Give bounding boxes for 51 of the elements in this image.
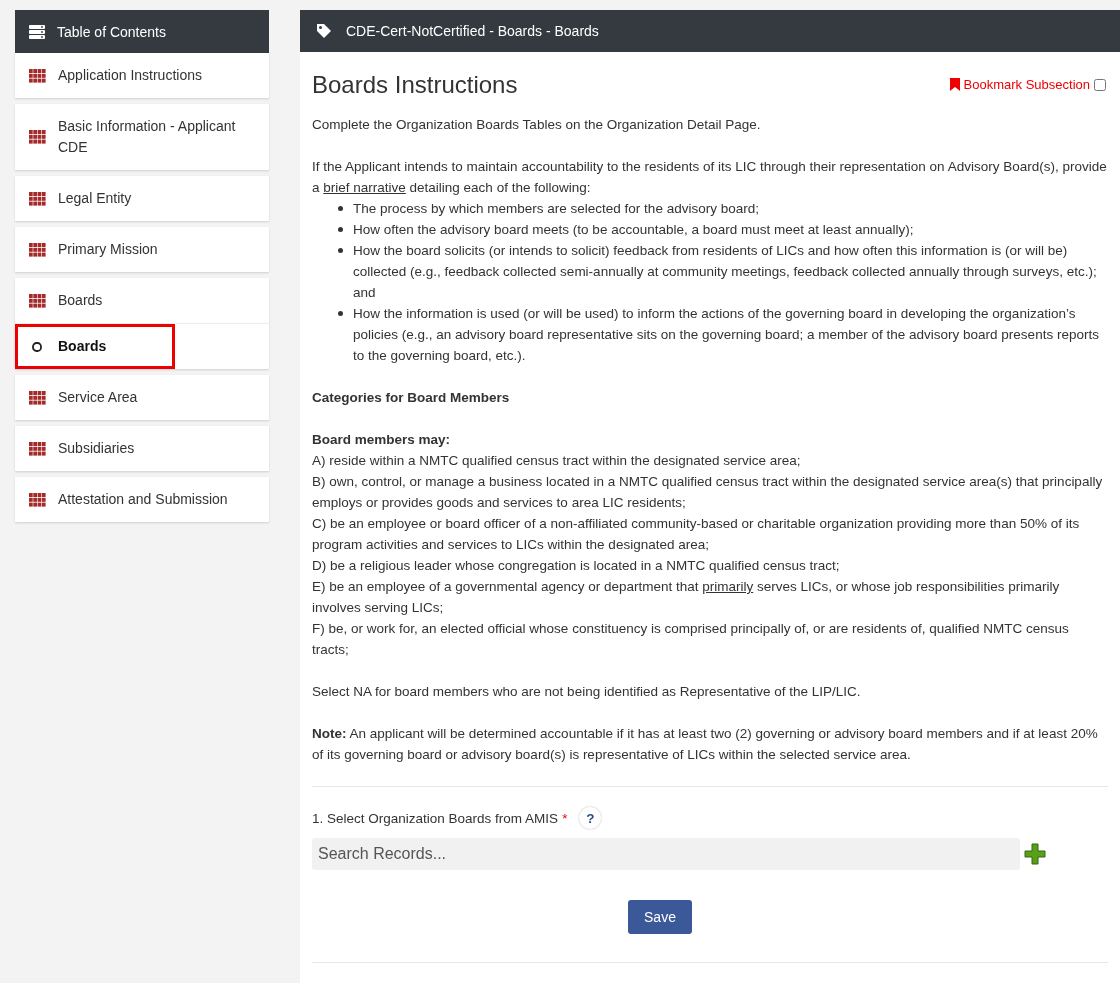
bullet-icon (338, 248, 343, 253)
categories-heading: Categories for Board Members (312, 389, 511, 407)
bullet-icon (338, 311, 343, 316)
bullet-text: How often the advisory board meets (to be accountable, a board must meet at least annually); (353, 221, 914, 239)
add-icon[interactable] (1024, 843, 1046, 865)
bookmark-link[interactable]: Bookmark Subsection (963, 74, 1090, 95)
grid-icon (29, 242, 46, 257)
sidebar-item[interactable]: Subsidiaries (15, 426, 269, 471)
category-text: E) be an employee of a governmental agency or department that primarily serves LICs, or whose job responsibilities primarily involves serving LICs; (312, 578, 1061, 617)
sidebar-item[interactable]: Legal Entity (15, 176, 269, 221)
category-text: C) be an employee or board officer of a non-affiliated community-based or charitable organization providing more than 50% of its program activities and services to LICs within the designated area; (312, 515, 1081, 554)
section-heading: Boards Instructions (312, 70, 518, 100)
na-text: Select NA for board members who are not being identified as Representative of the LIP/LIC. (312, 683, 862, 701)
bookmark-icon (949, 78, 960, 91)
grid-icon (29, 68, 46, 83)
bullet-text: How the information is used (or will be used) to inform the actions of the governing board in developing the organization’s policies (e.g., an advisory board representative sits on the governing board; a member of the advisory board presents reports to the governing board, etc.). (353, 305, 1100, 365)
sidebar-title: Table of Contents (57, 23, 166, 40)
grid-icon (29, 130, 46, 144)
bullet-text: How the board solicits (or intends to solicit) feedback from residents of LICs and how often this information is (or will be) collected (e.g., feedback collected semi-annually at community meetings, feedback collected annually through surveys, etc.); and (353, 242, 1098, 302)
question-label: 1. Select Organization Boards from AMIS (312, 809, 559, 828)
sidebar-item[interactable]: Boards (15, 324, 175, 369)
sidebar-item[interactable]: Service Area (15, 375, 269, 420)
category-text: D) be a religious leader whose congregation is located in a NMTC qualified census tract; (312, 557, 841, 575)
narrative-text: If the Applicant intends to maintain accountability to the residents of its LIC through their representation on Advisory Board(s), provide a brief narrative detailing each of the following: (312, 158, 1108, 197)
help-button[interactable]: ? (579, 807, 602, 829)
members-heading: Board members may: (312, 431, 452, 449)
server-stack-icon (29, 24, 45, 39)
grid-icon (29, 293, 46, 308)
bookmark-checkbox[interactable] (1094, 78, 1106, 91)
sidebar-item[interactable]: Application Instructions (15, 53, 269, 98)
sidebar-item[interactable]: Attestation and Submission (15, 477, 269, 522)
sidebar-item[interactable]: Basic Information - Applicant CDE (15, 104, 269, 170)
save-button[interactable]: Save (628, 900, 692, 934)
bullet-text: The process by which members are selected for the advisory board; (353, 200, 759, 218)
category-text: A) reside within a NMTC qualified census tract within the designated service area; (312, 452, 802, 470)
page-title: CDE-Cert-NotCertified - Boards - Boards (346, 23, 599, 39)
intro-text: Complete the Organization Boards Tables on the Organization Detail Page. (312, 116, 762, 134)
grid-icon (29, 390, 46, 405)
bullet-icon (338, 206, 343, 211)
grid-icon (29, 191, 46, 206)
tag-icon (316, 23, 332, 39)
sidebar-item[interactable]: Primary Mission (15, 227, 269, 272)
grid-icon (29, 492, 46, 507)
sidebar-item[interactable]: Boards (15, 278, 269, 323)
bullet-icon (338, 227, 343, 232)
category-text: B) own, control, or manage a business located in a NMTC qualified census tract within the designated service area(s) that principally employs or provides goods and services to area LIC residents; (312, 473, 1104, 512)
grid-icon (29, 441, 46, 456)
note-text: Note: An applicant will be determined accountable if it has at least two (2) governing or advisory board members and if at least 20% of its governing board or advisory board(s) is representative of LICs within the selected service area. (312, 725, 1099, 764)
category-text: F) be, or work for, an elected official whose constituency is comprised principally of, or are residents of, qualified NMTC census tracts; (312, 620, 1070, 659)
required-mark: * (562, 809, 568, 828)
search-field[interactable]: Search Records... (312, 838, 1020, 870)
